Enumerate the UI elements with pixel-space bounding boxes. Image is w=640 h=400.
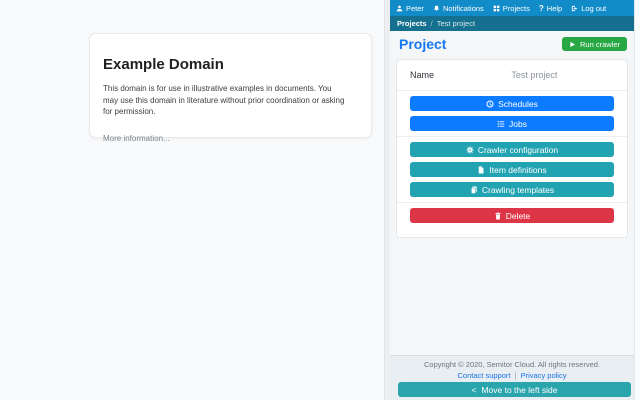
sign-out-icon bbox=[571, 5, 578, 12]
example-domain-page: Example Domain This domain is for use in… bbox=[0, 0, 384, 400]
list-icon bbox=[497, 120, 505, 128]
crawling-templates-button[interactable]: Crawling templates bbox=[410, 182, 614, 197]
schedules-button[interactable]: Schedules bbox=[410, 96, 614, 111]
name-value: Test project bbox=[511, 70, 558, 80]
nav-logout-label: Log out bbox=[581, 3, 607, 13]
trash-icon bbox=[494, 212, 502, 220]
nav-help-label: Help bbox=[546, 3, 563, 13]
crawler-configuration-button[interactable]: Crawler configuration bbox=[410, 142, 614, 157]
more-information-link[interactable]: More information... bbox=[103, 134, 170, 143]
move-button-label: Move to the left side bbox=[481, 384, 558, 395]
run-crawler-label: Run crawler bbox=[579, 39, 620, 49]
item-definitions-button[interactable]: Item definitions bbox=[410, 162, 614, 177]
name-label: Name bbox=[410, 70, 435, 80]
page-title: Example Domain bbox=[103, 56, 224, 73]
crawling-templates-label: Crawling templates bbox=[481, 184, 555, 195]
question-mark-icon: ? bbox=[538, 3, 544, 13]
footer-links-separator: | bbox=[514, 371, 517, 380]
copy-icon bbox=[470, 186, 478, 194]
divider bbox=[397, 90, 627, 91]
run-crawler-button[interactable]: Run crawler bbox=[561, 37, 627, 51]
privacy-policy-link[interactable]: Privacy policy bbox=[521, 371, 567, 380]
file-icon bbox=[477, 166, 485, 174]
footer-links: Contact support | Privacy policy bbox=[390, 371, 634, 380]
breadcrumb-current: Test project bbox=[436, 19, 476, 28]
page-body-text: This domain is for use in illustrative e… bbox=[103, 84, 345, 117]
grid-icon bbox=[493, 5, 500, 12]
nav-help[interactable]: ? Help bbox=[539, 4, 562, 13]
project-card: Name Test project Schedules Jobs Crawler… bbox=[396, 59, 628, 238]
user-icon bbox=[396, 5, 403, 12]
chevron-left-icon: < bbox=[471, 384, 477, 395]
nav-notifications-label: Notifications bbox=[442, 3, 484, 13]
nav-projects[interactable]: Projects bbox=[493, 4, 530, 13]
item-definitions-label: Item definitions bbox=[489, 164, 547, 175]
breadcrumb: Projects / Test project bbox=[390, 16, 640, 31]
content-header: Project Run crawler bbox=[390, 31, 634, 57]
bell-icon bbox=[433, 5, 440, 12]
crawler-configuration-label: Crawler configuration bbox=[477, 144, 559, 155]
top-nav: Peter Notifications Projects ? Help Log … bbox=[390, 0, 640, 16]
jobs-label: Jobs bbox=[509, 118, 527, 129]
divider bbox=[397, 136, 627, 137]
screen: Example Domain This domain is for use in… bbox=[0, 0, 640, 400]
divider bbox=[397, 202, 627, 203]
extension-panel: Peter Notifications Projects ? Help Log … bbox=[390, 0, 640, 400]
nav-logout[interactable]: Log out bbox=[571, 4, 606, 13]
contact-support-link[interactable]: Contact support bbox=[458, 371, 511, 380]
nav-user[interactable]: Peter bbox=[396, 4, 424, 13]
nav-user-label: Peter bbox=[406, 3, 424, 13]
page-heading: Project bbox=[399, 36, 447, 52]
play-icon bbox=[569, 41, 576, 48]
panel-footer: Copyright © 2020, Semitor Cloud. All rig… bbox=[390, 355, 634, 400]
panel-content: Project Run crawler Name Test project Sc… bbox=[390, 31, 634, 355]
breadcrumb-projects-link[interactable]: Projects bbox=[397, 19, 427, 28]
nav-projects-label: Projects bbox=[502, 3, 530, 13]
name-row: Name Test project bbox=[410, 65, 614, 85]
move-to-left-side-button[interactable]: < Move to the left side bbox=[398, 382, 631, 397]
nav-notifications[interactable]: Notifications bbox=[433, 4, 484, 13]
delete-button[interactable]: Delete bbox=[410, 208, 614, 223]
copyright-text: Copyright © 2020, Semitor Cloud. All rig… bbox=[423, 360, 601, 369]
jobs-button[interactable]: Jobs bbox=[410, 116, 614, 131]
example-domain-card: Example Domain This domain is for use in… bbox=[89, 33, 372, 143]
delete-label: Delete bbox=[505, 210, 531, 221]
clock-icon bbox=[486, 100, 494, 108]
breadcrumb-separator: / bbox=[430, 19, 433, 28]
schedules-label: Schedules bbox=[498, 98, 538, 109]
gear-icon bbox=[466, 146, 474, 154]
panel-scrollbar[interactable] bbox=[634, 0, 640, 400]
